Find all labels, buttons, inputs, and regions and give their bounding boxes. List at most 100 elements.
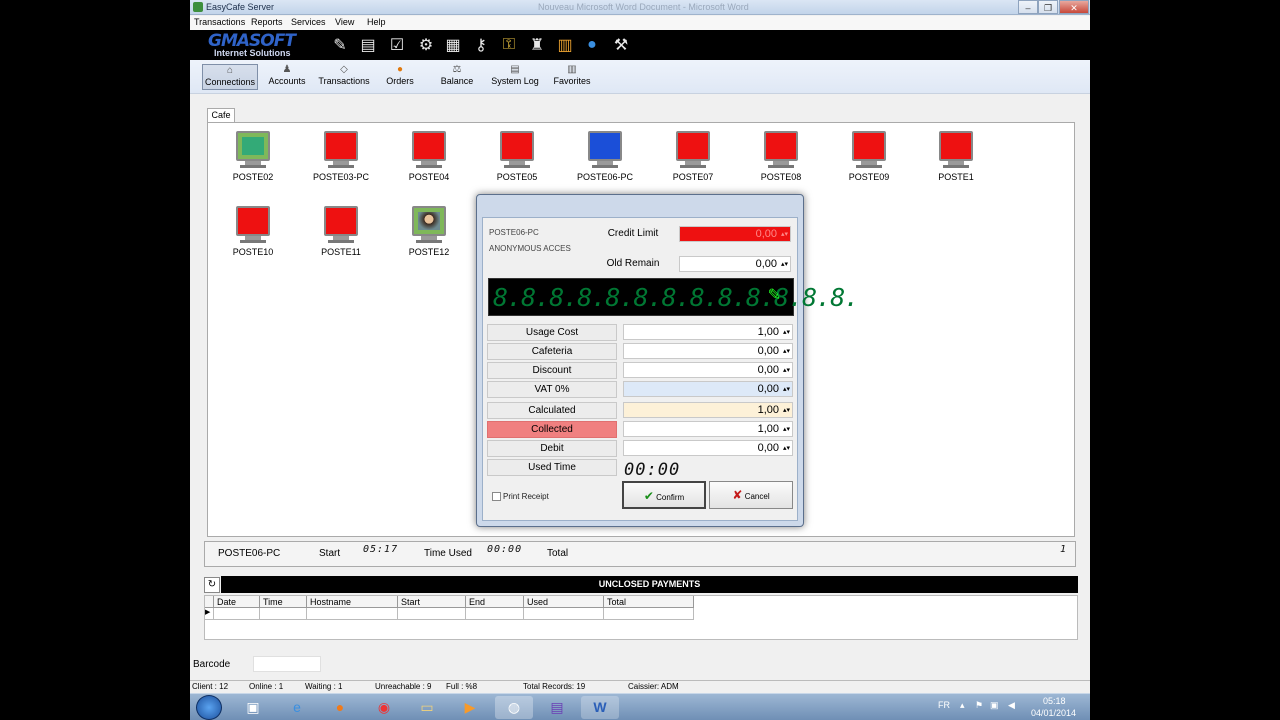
tools-icon[interactable]: ⚒ [610, 34, 632, 56]
clock-time[interactable]: 05:18 [1043, 696, 1066, 706]
vat-field[interactable]: 0,00 ▴▾ [623, 381, 793, 397]
tab-accounts[interactable]: ♟ Accounts [262, 64, 312, 90]
close-button[interactable]: ✕ [1059, 0, 1089, 14]
column-header[interactable]: End [466, 596, 524, 608]
computer-poste1[interactable]: POSTE1 [916, 131, 996, 182]
computer-label: POSTE1 [938, 172, 974, 182]
tab-connections[interactable]: ⌂ Connections [202, 64, 258, 90]
computer-poste08[interactable]: POSTE08 [741, 131, 821, 182]
collected-field[interactable]: 1,00 ▴▾ [623, 421, 793, 437]
language-indicator[interactable]: FR [938, 700, 950, 710]
flag-icon[interactable]: ⚑ [975, 700, 983, 711]
computer-poste04[interactable]: POSTE04 [389, 131, 469, 182]
spin-icon[interactable]: ▴▾ [783, 363, 790, 378]
menu-view[interactable]: View [335, 17, 354, 27]
keys-icon[interactable]: ⚷ [470, 34, 492, 56]
tab-favorites[interactable]: ▥ Favorites [550, 64, 594, 90]
computer-poste12[interactable]: POSTE12 [389, 206, 469, 257]
spin-icon[interactable]: ▴▾ [783, 325, 790, 340]
tab-orders[interactable]: ● Orders [380, 64, 420, 90]
column-header[interactable]: Hostname [307, 596, 398, 608]
debit-field[interactable]: 0,00 ▴▾ [623, 440, 793, 456]
table-cell[interactable] [214, 608, 260, 620]
volume-icon[interactable]: ◀ [1008, 700, 1015, 711]
print-receipt-checkbox[interactable] [492, 492, 501, 501]
confirm-button[interactable]: ✔ Confirm [622, 481, 706, 509]
computer-poste10[interactable]: POSTE10 [213, 206, 293, 257]
spin-icon[interactable]: ▴▾ [781, 227, 788, 242]
menu-services[interactable]: Services [291, 17, 326, 27]
tab-cafe[interactable]: Cafe [207, 108, 235, 122]
spin-icon[interactable]: ▴▾ [783, 344, 790, 359]
computer-poste11[interactable]: POSTE11 [301, 206, 381, 257]
firefox-icon[interactable]: ● [321, 696, 359, 719]
table-cell[interactable] [398, 608, 466, 620]
computer-poste02[interactable]: POSTE02 [213, 131, 293, 182]
total-records: Total Records: 19 [523, 682, 586, 691]
column-header[interactable]: Time [260, 596, 307, 608]
credit-limit-field[interactable]: 0,00 ▴▾ [679, 226, 791, 242]
gears-icon[interactable]: ⚙ [415, 34, 437, 56]
barcode-input[interactable] [253, 656, 321, 672]
tab-balance[interactable]: ⚖ Balance [435, 64, 479, 90]
column-header[interactable]: Used [524, 596, 604, 608]
cafeteria-field[interactable]: 0,00 ▴▾ [623, 343, 793, 359]
globe-icon[interactable]: ● [581, 34, 603, 56]
computer-poste07[interactable]: POSTE07 [653, 131, 733, 182]
usage-cost-field[interactable]: 1,00 ▴▾ [623, 324, 793, 340]
menu-reports[interactable]: Reports [251, 17, 283, 27]
folder-icon[interactable]: ▭ [408, 696, 446, 719]
easycafe-taskbar-icon[interactable]: ◍ [495, 696, 533, 719]
key-icon[interactable]: ⚿ [498, 34, 520, 56]
notepad-icon[interactable]: ✎ [329, 34, 351, 56]
media-player-icon[interactable]: ▶ [451, 696, 489, 719]
menu-transactions[interactable]: Transactions [194, 17, 245, 27]
ie-icon[interactable]: e [278, 696, 316, 719]
explorer-app-icon[interactable]: ▣ [234, 696, 272, 719]
column-header[interactable]: Date [214, 596, 260, 608]
computer-label: POSTE12 [408, 247, 450, 257]
chrome-icon[interactable]: ◉ [365, 696, 403, 719]
payments-title: UNCLOSED PAYMENTS [221, 576, 1078, 593]
tray-up-icon[interactable]: ▴ [960, 700, 965, 711]
maximize-button[interactable]: ❐ [1038, 0, 1058, 14]
table-cell[interactable] [524, 608, 604, 620]
spin-icon[interactable]: ▴▾ [783, 403, 790, 418]
tab-label: Balance [440, 76, 474, 86]
start-button[interactable] [196, 695, 222, 720]
calculator-icon[interactable]: ▦ [442, 34, 464, 56]
table-cell[interactable] [260, 608, 307, 620]
table-cell[interactable] [604, 608, 694, 620]
save-icon[interactable]: ▤ [538, 696, 576, 719]
table-cell[interactable] [307, 608, 398, 620]
computer-poste03-pc[interactable]: POSTE03-PC [301, 131, 381, 182]
book-icon[interactable]: ▥ [554, 34, 576, 56]
tab-transactions[interactable]: ◇ Transactions [315, 64, 373, 90]
network-icon[interactable]: ▣ [990, 700, 999, 711]
payments-table[interactable]: Date Time Hostname Start End Used Total … [204, 595, 1078, 640]
spin-icon[interactable]: ▴▾ [781, 257, 788, 272]
menu-help[interactable]: Help [367, 17, 386, 27]
spin-icon[interactable]: ▴▾ [783, 441, 790, 456]
calculated-field[interactable]: 1,00 ▴▾ [623, 402, 793, 418]
column-header[interactable]: Start [398, 596, 466, 608]
spin-icon[interactable]: ▴▾ [783, 422, 790, 437]
computer-poste09[interactable]: POSTE09 [829, 131, 909, 182]
documents-icon[interactable]: ▤ [357, 34, 379, 56]
minimize-button[interactable]: – [1018, 0, 1038, 14]
computer-poste05[interactable]: POSTE05 [477, 131, 557, 182]
users-icon[interactable]: ♜ [526, 34, 548, 56]
column-header[interactable]: Total [604, 596, 694, 608]
tab-system-log[interactable]: ▤ System Log [488, 64, 542, 90]
spin-icon[interactable]: ▴▾ [783, 382, 790, 397]
word-icon[interactable]: W [581, 696, 619, 719]
computer-poste06-pc[interactable]: POSTE06-PC [565, 131, 645, 182]
table-cell[interactable] [466, 608, 524, 620]
checklist-icon[interactable]: ☑ [386, 34, 408, 56]
refresh-icon[interactable]: ↻ [204, 577, 220, 593]
discount-field[interactable]: 0,00 ▴▾ [623, 362, 793, 378]
cancel-button[interactable]: ✘ Cancel [709, 481, 793, 509]
time-used-label: Time Used [424, 548, 472, 559]
clock-date[interactable]: 04/01/2014 [1031, 708, 1076, 718]
old-remain-field[interactable]: 0,00 ▴▾ [679, 256, 791, 272]
